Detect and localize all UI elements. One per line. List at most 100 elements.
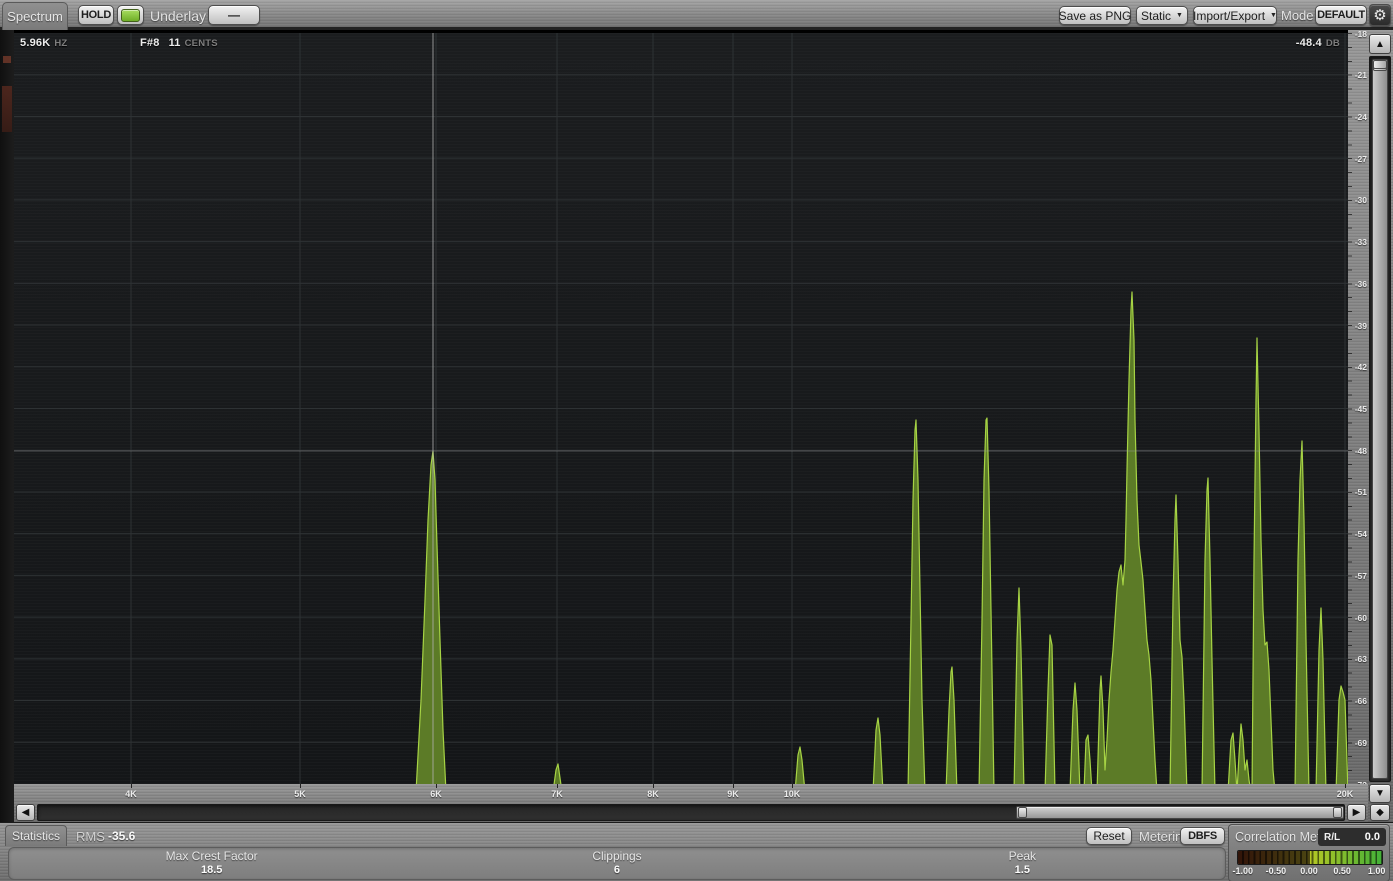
scale-tick-label: 1.00 xyxy=(1368,866,1386,876)
correlation-meter-segments xyxy=(1238,851,1382,864)
correlation-channel-button[interactable]: R/L xyxy=(1324,832,1340,843)
db-axis-label: -27 xyxy=(1355,154,1367,164)
zoom-mode-diamond-button[interactable]: ◆ xyxy=(1370,804,1390,821)
caret-down-icon: ▼ xyxy=(1176,12,1183,19)
cursor-frequency-readout: 5.96KHZ xyxy=(20,37,67,49)
underlay-dropdown[interactable]: — xyxy=(208,5,260,25)
mode-value: DEFAULT xyxy=(1317,9,1365,21)
rms-label: RMS xyxy=(76,829,105,844)
db-axis-label: -45 xyxy=(1355,404,1367,414)
static-dropdown-value: Static xyxy=(1141,9,1171,23)
left-edge-strip xyxy=(0,30,14,822)
tab-statistics-label: Statistics xyxy=(12,829,60,843)
left-edge-artifact xyxy=(2,86,12,132)
tab-statistics[interactable]: Statistics xyxy=(5,825,67,846)
db-axis-label: -63 xyxy=(1355,654,1367,664)
correlation-channel-readout: R/L 0.0 xyxy=(1318,828,1386,846)
cursor-level-value: -48.4 xyxy=(1296,37,1322,49)
vertical-scrollbar-track[interactable] xyxy=(1369,56,1391,782)
save-as-png-button[interactable]: Save as PNG xyxy=(1059,6,1131,25)
stat-clippings: Clippings 6 xyxy=(414,850,819,876)
spectrum-svg xyxy=(14,33,1348,784)
db-axis-label: -48 xyxy=(1355,446,1367,456)
scrollbar-thumb-grip[interactable] xyxy=(1333,807,1342,818)
arrow-left-icon: ◀ xyxy=(22,807,30,818)
cursor-note-readout: F#811CENTS xyxy=(140,37,218,49)
underlay-label: Underlay xyxy=(150,8,206,24)
stat-value: 18.5 xyxy=(9,864,414,877)
stat-peak: Peak 1.5 xyxy=(820,850,1225,876)
static-dropdown[interactable]: Static ▼ xyxy=(1136,6,1188,25)
correlation-meter-scale: -1.00 -0.50 0.00 0.50 1.00 xyxy=(1237,866,1381,878)
scrollbar-thumb-grip[interactable] xyxy=(1373,60,1387,69)
db-axis-label: -36 xyxy=(1355,279,1367,289)
freq-axis-tick xyxy=(300,784,301,788)
freq-axis-label: 8K xyxy=(647,789,659,799)
scroll-left-button[interactable]: ◀ xyxy=(16,804,35,821)
top-toolbar: Spectrum HOLD Underlay — Save as PNG Sta… xyxy=(0,0,1393,30)
stat-value: 6 xyxy=(414,864,819,877)
hold-button[interactable]: HOLD xyxy=(78,5,114,25)
import-export-dropdown[interactable]: Import/Export▼ xyxy=(1193,6,1277,25)
freq-axis-label: 4K xyxy=(125,789,137,799)
settings-gear-button[interactable]: ⚙ xyxy=(1369,4,1391,26)
hold-button-label: HOLD xyxy=(81,9,111,21)
cursor-note-value: F#8 xyxy=(140,37,160,49)
spectrum-enable-led-toggle[interactable] xyxy=(117,5,144,25)
arrow-up-icon: ▲ xyxy=(1375,39,1385,50)
db-axis-label: -51 xyxy=(1355,487,1367,497)
rms-value: -35.6 xyxy=(108,829,135,843)
freq-axis-label: 10K xyxy=(784,789,801,799)
statistics-panel: Max Crest Factor 18.5 Clippings 6 Peak 1… xyxy=(8,847,1226,880)
freq-axis-label: 9K xyxy=(727,789,739,799)
arrow-down-icon: ▼ xyxy=(1375,788,1385,799)
freq-axis-label: 5K xyxy=(294,789,306,799)
underlay-dropdown-value: — xyxy=(228,8,240,22)
freq-axis-tick xyxy=(557,784,558,788)
db-axis-label: -39 xyxy=(1355,321,1367,331)
scroll-down-button[interactable]: ▼ xyxy=(1369,784,1391,803)
spectrum-plot-area[interactable]: 5.96KHZ F#811CENTS -48.4 DB xyxy=(14,33,1348,784)
status-bar: Statistics RMS -35.6 Reset Metering DBFS… xyxy=(0,822,1393,881)
scrollbar-thumb-grip[interactable] xyxy=(1018,807,1027,818)
left-edge-artifact xyxy=(3,56,11,63)
db-axis-label: -30 xyxy=(1355,195,1367,205)
reset-button[interactable]: Reset xyxy=(1086,827,1132,845)
db-axis-ticks xyxy=(1348,33,1352,784)
horizontal-scrollbar-thumb[interactable] xyxy=(1016,806,1344,819)
db-axis-label: -24 xyxy=(1355,112,1367,122)
vertical-scrollbar-thumb[interactable] xyxy=(1372,59,1388,779)
stat-value: 1.5 xyxy=(820,864,1225,877)
db-axis-label: -54 xyxy=(1355,529,1367,539)
mode-default-button[interactable]: DEFAULT xyxy=(1315,5,1367,25)
cursor-frequency-value: 5.96K xyxy=(20,37,50,49)
spectrum-analyzer-window: Spectrum HOLD Underlay — Save as PNG Sta… xyxy=(0,0,1393,881)
stat-label: Peak xyxy=(820,850,1225,864)
freq-axis-tick xyxy=(436,784,437,788)
stat-label: Max Crest Factor xyxy=(9,850,414,864)
save-as-png-label: Save as PNG xyxy=(1059,9,1132,23)
gear-icon: ⚙ xyxy=(1373,6,1386,24)
db-axis-label: -60 xyxy=(1355,613,1367,623)
metering-dbfs-button[interactable]: DBFS xyxy=(1180,827,1225,845)
db-axis-label: -66 xyxy=(1355,696,1367,706)
caret-down-icon: ▼ xyxy=(1270,12,1277,19)
tab-spectrum[interactable]: Spectrum xyxy=(2,2,68,30)
mode-label: Mode xyxy=(1281,8,1314,23)
scale-tick-label: -1.00 xyxy=(1232,866,1253,876)
correlation-value: 0.0 xyxy=(1365,831,1380,843)
horizontal-scrollbar-track[interactable] xyxy=(37,804,1345,821)
cursor-level-readout: -48.4 DB xyxy=(1296,37,1340,49)
cursor-level-unit: DB xyxy=(1326,38,1340,49)
scroll-up-button[interactable]: ▲ xyxy=(1369,34,1391,54)
stat-max-crest-factor: Max Crest Factor 18.5 xyxy=(9,850,414,876)
tab-spectrum-label: Spectrum xyxy=(7,9,63,24)
reset-button-label: Reset xyxy=(1093,829,1124,843)
db-axis-label: -18 xyxy=(1355,29,1367,39)
db-axis: -18-21-24-27-30-33-36-39-42-45-48-51-54-… xyxy=(1348,33,1368,784)
freq-axis-tick xyxy=(1345,784,1346,788)
cursor-cents-unit: CENTS xyxy=(185,38,218,49)
scroll-right-button[interactable]: ▶ xyxy=(1347,804,1366,821)
green-led-icon xyxy=(121,9,140,22)
db-axis-label: -42 xyxy=(1355,362,1367,372)
